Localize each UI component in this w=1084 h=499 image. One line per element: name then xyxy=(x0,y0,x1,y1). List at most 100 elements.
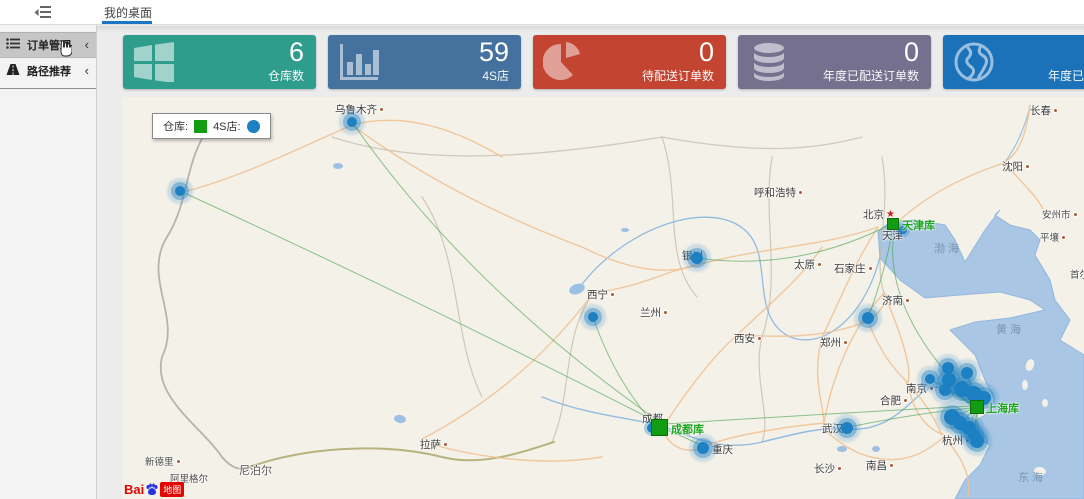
city-dot-icon xyxy=(1025,164,1030,169)
store-marker[interactable] xyxy=(588,312,598,322)
database-icon xyxy=(748,42,790,82)
city-name: 平壤 xyxy=(1040,230,1059,244)
map-decoration xyxy=(1006,107,1030,161)
city-dot-icon xyxy=(903,398,908,403)
map-city-label: 东海 xyxy=(1018,469,1046,485)
map-city-label: 西宁 xyxy=(587,287,615,302)
map-legend: 仓库: 4S店: xyxy=(152,113,271,139)
city-name: 郑州 xyxy=(820,335,841,350)
city-name: 杭州 xyxy=(942,433,963,448)
card-label: 年度已配送订单数 xyxy=(823,67,919,84)
baidu-paw-icon xyxy=(145,483,159,497)
map-road xyxy=(884,293,944,435)
map-city-label: 石家庄 xyxy=(834,261,873,276)
city-dot-icon xyxy=(1053,108,1058,113)
city-name: 尼泊尔 xyxy=(239,462,272,478)
chevron-left-icon: ‹ xyxy=(85,40,89,50)
card-value: 0 xyxy=(904,37,919,67)
city-name: 兰州 xyxy=(640,305,661,320)
globe-icon xyxy=(953,42,995,82)
store-marker[interactable] xyxy=(862,312,874,324)
map-city-label: 济南 xyxy=(882,293,910,308)
warehouse-marker[interactable] xyxy=(887,218,899,230)
city-name: 首尔 xyxy=(1070,267,1084,281)
city-name: 黄海 xyxy=(996,321,1024,337)
map-city-label: 拉萨 xyxy=(420,437,448,452)
store-marker[interactable] xyxy=(925,374,935,384)
baidu-map-badge: 地图 xyxy=(160,482,184,497)
city-dot-icon xyxy=(176,459,181,464)
store-marker[interactable] xyxy=(970,434,984,448)
order-list-icon xyxy=(6,38,20,52)
map-decoration xyxy=(158,117,244,469)
city-dot-icon xyxy=(837,466,842,471)
tab-my-desktop[interactable]: 我的桌面 xyxy=(104,4,152,21)
map-decoration xyxy=(332,137,862,156)
city-name: 北京 xyxy=(863,207,884,222)
city-name: 西宁 xyxy=(587,287,608,302)
city-name: 西安 xyxy=(734,331,755,346)
map-decoration xyxy=(552,295,592,442)
city-name: 南京 xyxy=(906,381,927,396)
legend-warehouse-swatch xyxy=(194,120,207,133)
windows-icon xyxy=(133,42,175,82)
top-bar: 我的桌面 xyxy=(0,0,1084,25)
sidebar-item-order-management[interactable]: 订单管理 ‹ xyxy=(0,32,96,58)
sidebar-toggle-icon[interactable] xyxy=(34,5,54,20)
map-decoration xyxy=(1042,399,1048,407)
store-marker[interactable] xyxy=(939,384,951,396)
map-decoration xyxy=(1022,380,1028,390)
route-icon xyxy=(6,64,20,78)
chevron-left-icon: ‹ xyxy=(85,66,89,76)
warehouse-marker[interactable] xyxy=(651,419,668,436)
legend-warehouse-label: 仓库: xyxy=(163,118,188,134)
city-name: 济南 xyxy=(882,293,903,308)
card-year-clipped: 年度已配 xyxy=(943,35,1084,89)
topbar-shadow xyxy=(97,26,1084,32)
mouse-hand-cursor xyxy=(57,40,72,62)
pie-chart-icon xyxy=(543,42,585,82)
city-name: 太原 xyxy=(794,257,815,272)
city-name: 武汉 xyxy=(822,421,843,436)
map-decoration xyxy=(968,450,974,454)
warehouse-marker[interactable] xyxy=(970,400,984,414)
map-city-label: 郑州 xyxy=(820,335,848,350)
store-marker[interactable] xyxy=(697,442,709,454)
store-marker[interactable] xyxy=(691,252,703,264)
city-name: 石家庄 xyxy=(834,261,866,276)
map-decoration xyxy=(333,163,343,169)
map-city-label: 沈阳 xyxy=(1002,159,1030,174)
baidu-map[interactable]: 仓库: 4S店: 乌鲁木齐呼和浩特北京★天津银川太原石家庄济南西宁兰州西安郑州合… xyxy=(122,97,1084,499)
city-name: 渤海 xyxy=(934,240,962,256)
store-marker[interactable] xyxy=(841,422,853,434)
warehouse-label: 成都库 xyxy=(671,421,704,437)
map-road xyxy=(352,125,697,270)
city-name: 乌鲁木齐 xyxy=(335,102,377,117)
map-decoration xyxy=(244,442,554,469)
city-name: 东海 xyxy=(1018,469,1046,485)
baidu-logo[interactable]: Bai 地图 xyxy=(124,482,184,497)
map-city-label: 首尔 xyxy=(1070,267,1084,281)
route-line xyxy=(665,406,972,424)
map-city-label: 太原 xyxy=(794,257,822,272)
map-city-label: 渤海 xyxy=(934,240,962,256)
map-decoration xyxy=(621,228,629,232)
city-dot-icon xyxy=(868,266,873,271)
map-city-label: 合肥 xyxy=(880,393,908,408)
store-marker[interactable] xyxy=(175,186,185,196)
city-name: 拉萨 xyxy=(420,437,441,452)
store-marker[interactable] xyxy=(347,117,357,127)
map-decoration xyxy=(577,217,880,340)
map-city-label: 新德里 xyxy=(145,454,181,468)
sidebar-item-route-recommend[interactable]: 路径推荐 ‹ xyxy=(0,58,96,84)
sidebar-item-label: 路径推荐 xyxy=(27,63,71,79)
map-city-label: 杭州 xyxy=(942,433,970,448)
baidu-brand-text: Bai xyxy=(124,482,144,497)
map-city-label: 兰州 xyxy=(640,305,668,320)
city-name: 长沙 xyxy=(814,461,835,476)
card-4s-store-count: 59 4S店 xyxy=(328,35,521,89)
store-marker[interactable] xyxy=(961,367,973,379)
city-dot-icon xyxy=(379,107,384,112)
sidebar-divider xyxy=(0,88,96,89)
city-name: 沈阳 xyxy=(1002,159,1023,174)
